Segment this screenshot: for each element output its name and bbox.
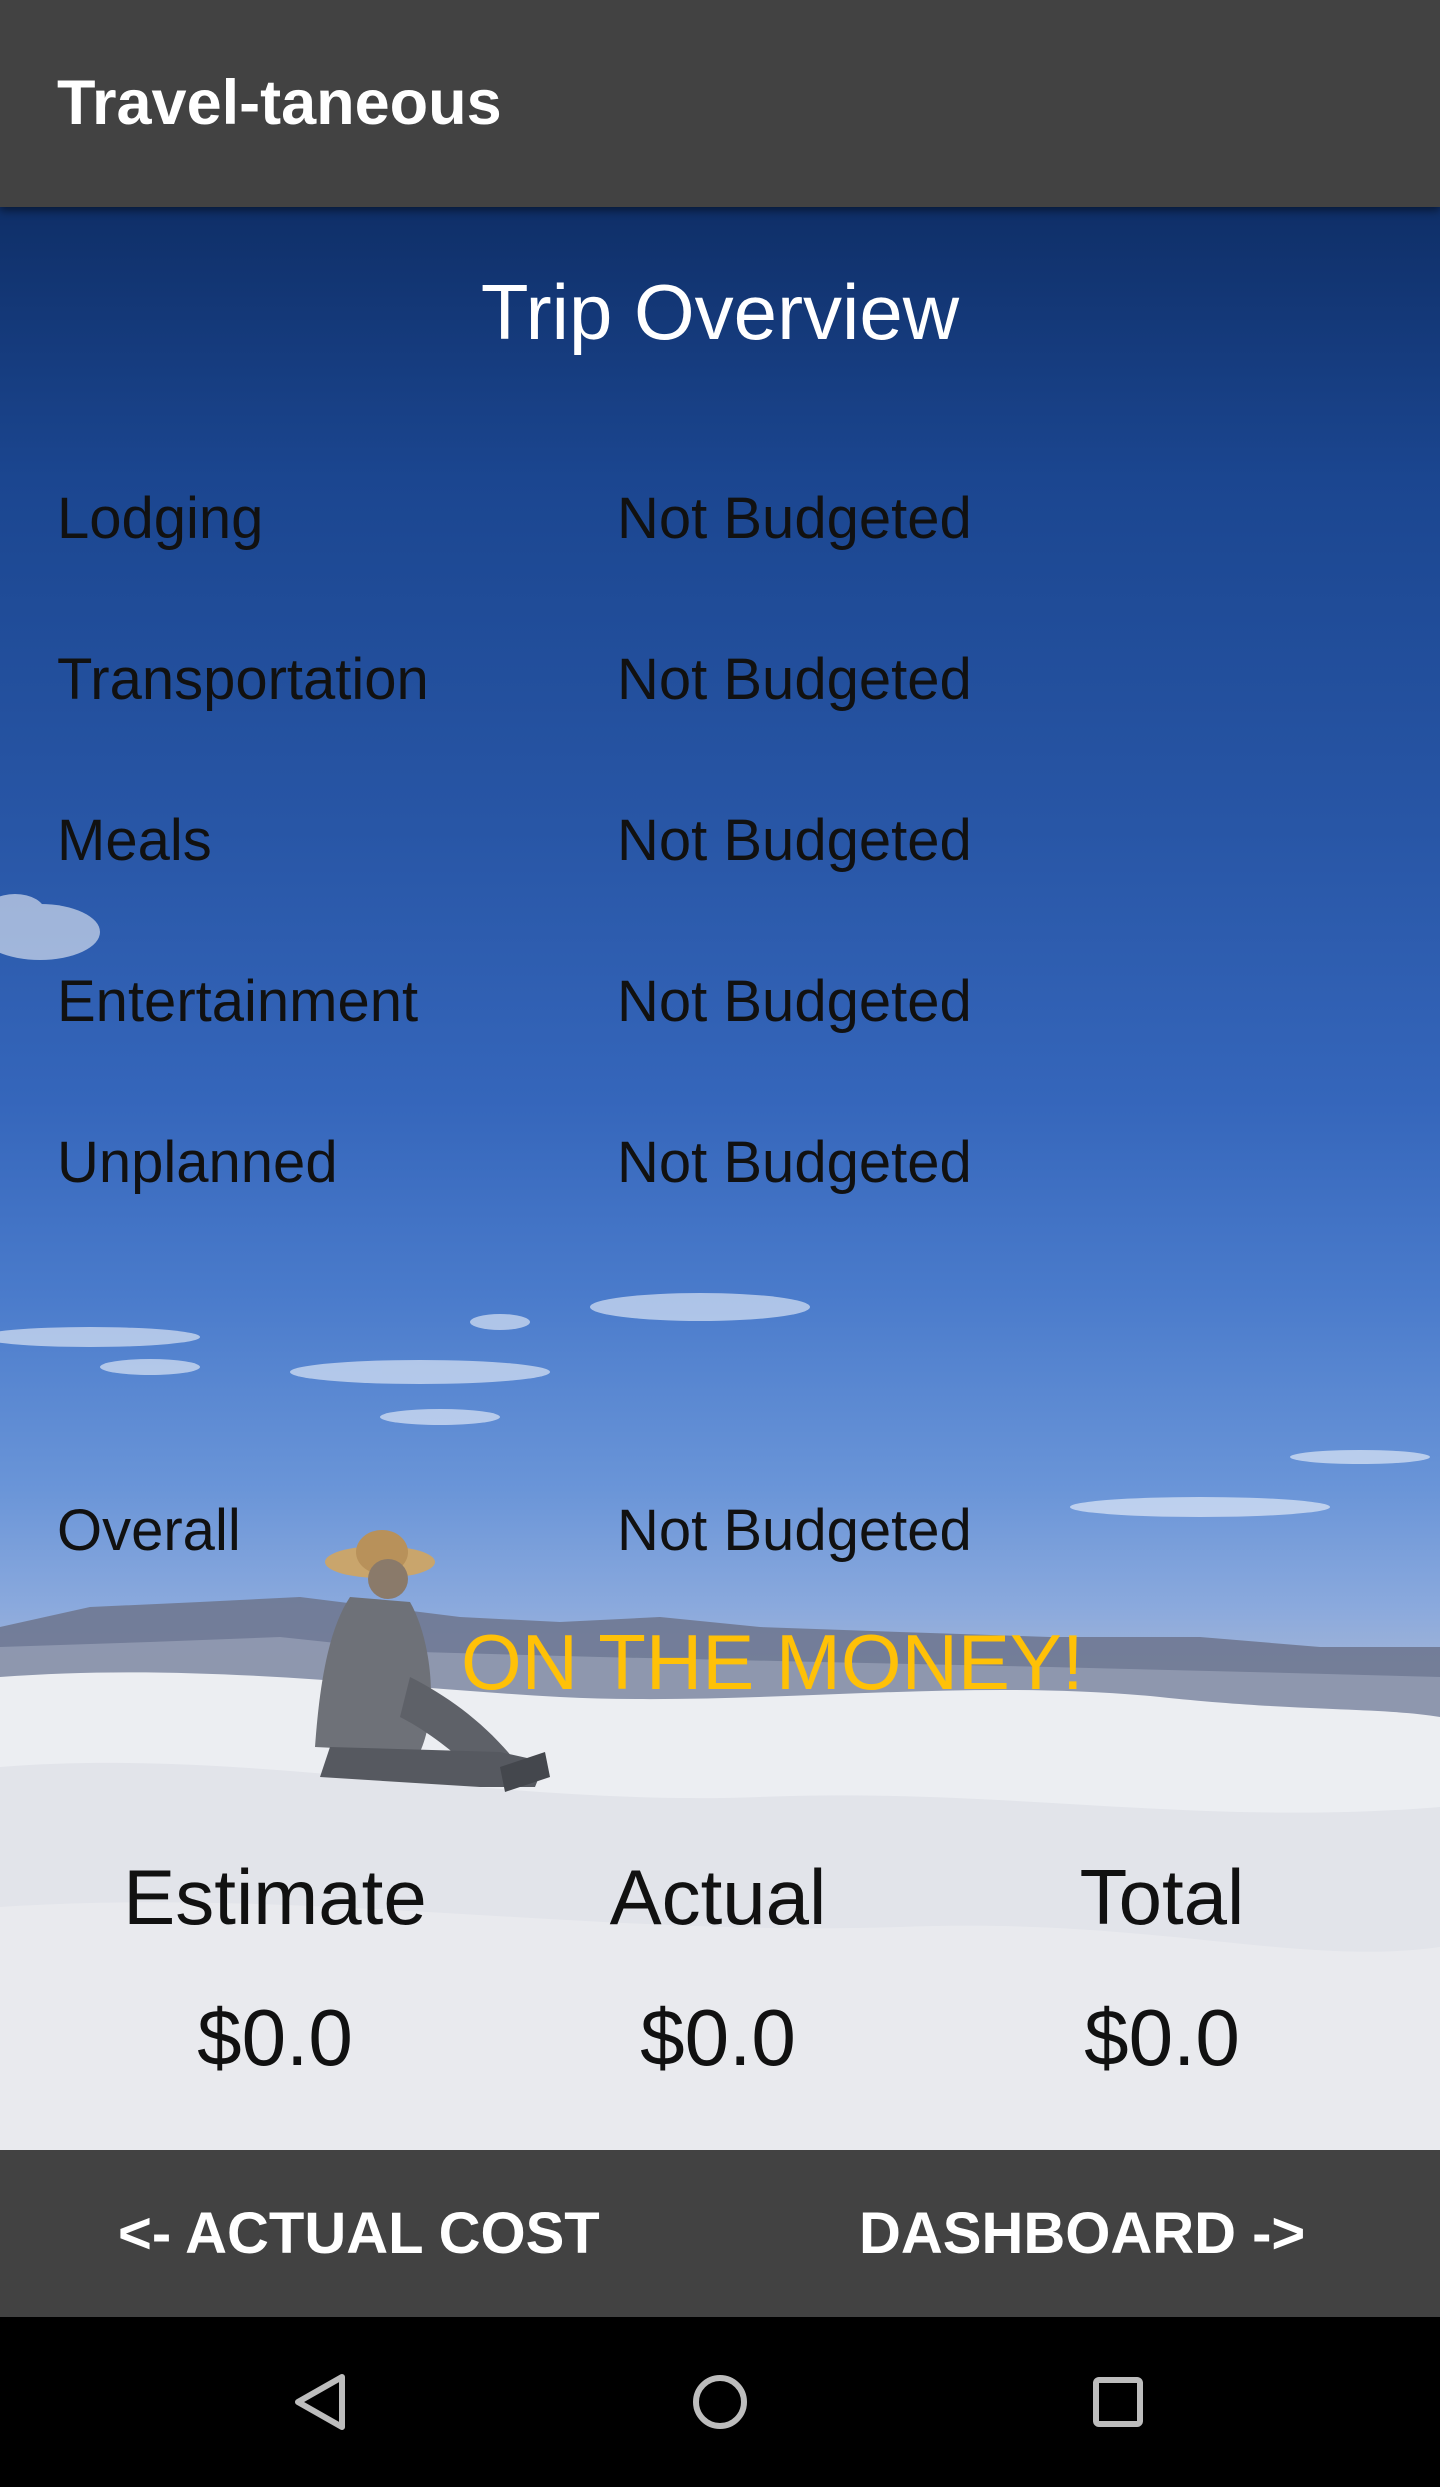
recents-square-icon[interactable] (1068, 2352, 1168, 2452)
estimate-value: $0.0 (197, 1993, 353, 2082)
actual-cost-button[interactable]: <- ACTUAL COST (118, 2150, 600, 2317)
category-value: Not Budgeted (617, 486, 972, 551)
category-row-transportation: Transportation Not Budgeted (0, 646, 1440, 736)
page-title: Trip Overview (480, 268, 960, 356)
category-label: Entertainment (57, 969, 419, 1034)
category-value: Not Budgeted (617, 647, 972, 712)
category-row-entertainment: Entertainment Not Budgeted (0, 968, 1440, 1058)
dashboard-button[interactable]: DASHBOARD -> (859, 2150, 1305, 2317)
category-row-meals: Meals Not Budgeted (0, 807, 1440, 897)
category-label: Meals (57, 808, 212, 873)
category-value: Not Budgeted (617, 1130, 972, 1195)
bottom-nav-bar: <- ACTUAL COST DASHBOARD -> (0, 2150, 1440, 2317)
total-value: $0.0 (1084, 1993, 1240, 2082)
system-nav-bar (0, 2317, 1440, 2487)
category-value: Not Budgeted (617, 808, 972, 873)
actual-value: $0.0 (640, 1993, 796, 2082)
trip-overview-content: Trip Overview Lodging Not Budgeted Trans… (0, 207, 1440, 2150)
overall-row: Overall Not Budgeted (0, 1497, 1440, 1587)
overall-value: Not Budgeted (617, 1498, 972, 1563)
back-triangle-icon[interactable] (270, 2352, 370, 2452)
overall-label: Overall (57, 1498, 241, 1563)
category-row-lodging: Lodging Not Budgeted (0, 485, 1440, 575)
category-label: Unplanned (57, 1130, 338, 1195)
app-title: Travel-taneous (57, 68, 502, 138)
category-label: Lodging (57, 486, 264, 551)
category-label: Transportation (57, 647, 429, 712)
actual-label: Actual (609, 1853, 827, 1941)
estimate-label: Estimate (123, 1853, 427, 1941)
category-row-unplanned: Unplanned Not Budgeted (0, 1129, 1440, 1219)
app-bar: Travel-taneous (0, 0, 1440, 207)
total-label: Total (1079, 1853, 1245, 1941)
budget-status-text: ON THE MONEY! (461, 1618, 1084, 1706)
home-circle-icon[interactable] (670, 2352, 770, 2452)
category-value: Not Budgeted (617, 969, 972, 1034)
